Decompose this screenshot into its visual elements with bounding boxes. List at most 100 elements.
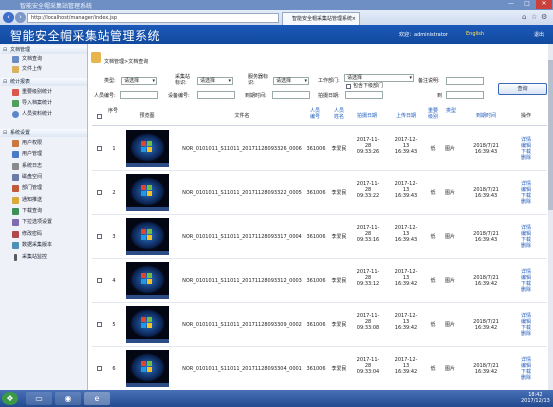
app-header: 智能安全帽采集站管理系统 欢迎：administrator English 退出 [0,25,553,44]
sidebar-item-doc-query[interactable]: 文档查询 [10,55,86,64]
row-checkbox[interactable] [97,146,102,151]
preview-thumbnail[interactable] [126,306,169,343]
sidebar-item-notify[interactable]: 通知推送 [10,196,86,205]
start-icon[interactable]: ❖ [2,392,18,405]
delete-link[interactable]: 删除 [519,155,533,161]
note-input[interactable] [446,77,484,85]
collect-select[interactable]: 请选择 ▾ [197,77,233,85]
back-icon[interactable]: ‹ [3,12,14,23]
preview-thumbnail[interactable] [126,350,169,387]
arrive-input[interactable] [272,91,310,99]
sidebar-item-person-stats[interactable]: 人员资料统计 [10,110,86,119]
sidebar-section-reports[interactable]: ⊟ 统计报表 [1,78,87,86]
sidebar-item-user-mgmt[interactable]: 用户管理 [10,150,86,159]
sidebar-item-level-stats[interactable]: 重要级别统计 [10,88,86,97]
delete-link[interactable]: 删除 [519,243,533,249]
sidebar-item-dept[interactable]: 部门管理 [10,184,86,193]
language-link[interactable]: English [466,31,484,37]
star-icon[interactable]: ☆ [531,13,537,21]
col-type[interactable]: 类型 [446,108,456,114]
device-input[interactable] [197,91,235,99]
importance-level: 低 [430,322,436,328]
close-icon[interactable]: ✕ [536,0,552,9]
collect-label: 采集站标识: [175,74,191,86]
collapse-icon[interactable]: ⊟ [3,46,7,54]
person-name: 李爱民 [331,278,347,284]
delete-link[interactable]: 删除 [519,199,533,205]
col-person-name[interactable]: 人员姓名 [333,108,345,120]
row-actions: 详情 编辑 下载 删除 [519,181,533,205]
sidebar-item-file-upload[interactable]: 文件上传 [10,65,86,74]
gear-icon[interactable]: ⚙ [541,13,547,21]
row-actions: 详情 编辑 下载 删除 [519,137,533,161]
server-select[interactable]: 请选择 ▾ [273,77,309,85]
col-preview: 预览图 [139,113,155,119]
row-checkbox[interactable] [97,366,102,371]
sidebar-item-download-query[interactable]: 下载查询 [10,207,86,216]
col-person-id[interactable]: 人员编号 [309,108,321,120]
version-icon [12,242,19,249]
sidebar-item-sys-log[interactable]: 系统日志 [10,162,86,171]
row-checkbox[interactable] [97,234,102,239]
logout-link[interactable]: 退出 [534,31,544,38]
minimize-icon[interactable]: — [503,0,519,9]
sidebar-item-disk[interactable]: 磁盘空间 [10,173,86,182]
browser-tab[interactable]: 智能安全帽采集站管理系统 × [282,12,360,25]
row-checkbox[interactable] [97,190,102,195]
col-level[interactable]: 重要级别 [428,108,438,120]
collapse-icon[interactable]: ⊟ [3,78,7,86]
select-all-checkbox[interactable] [97,114,102,119]
sidebar-item-monitor[interactable]: 采集站监控 [10,253,86,262]
col-shot-date[interactable]: 拍摄日期 [354,113,380,119]
table-row: 5 NOR_0101011_S11011_20171128093309_0002 3… [92,303,547,347]
importance-level: 低 [430,190,436,196]
row-actions: 详情 编辑 下载 删除 [519,313,533,337]
row-checkbox[interactable] [97,322,102,327]
col-no: 序号 [108,108,119,114]
ie-icon[interactable]: e [84,392,110,405]
windows-logo-icon [141,185,153,196]
scrollbar-thumb[interactable] [548,60,553,210]
sidebar-item-import-stats[interactable]: 导入档案统计 [10,99,86,108]
type-select[interactable]: 请选择 ▾ [121,77,157,85]
delete-link[interactable]: 删除 [519,331,533,337]
person-input[interactable] [120,91,158,99]
delete-link[interactable]: 删除 [519,287,533,293]
sidebar-item-version[interactable]: 数据采集版本 [10,241,86,250]
key-icon [12,140,19,147]
tab-close-icon[interactable]: × [352,13,356,25]
shot-date: 2017-11- 28 09:33:12 [356,269,380,287]
upload-date: 2017-12- 13 16:39:42 [394,269,418,287]
shoot-end-input[interactable] [446,91,484,99]
sidebar-item-dropdown-settings[interactable]: 下拉选项设置 [10,218,86,227]
subdept-checkbox[interactable] [346,84,351,89]
sidebar-item-user-perms[interactable]: 用户权限 [10,139,86,148]
col-expire[interactable]: 到期时间 [472,113,500,119]
home-icon[interactable]: ⌂ [522,13,526,21]
row-checkbox[interactable] [97,278,102,283]
collapse-icon[interactable]: ⊟ [3,129,7,137]
preview-thumbnail[interactable] [126,130,169,167]
forward-icon[interactable]: › [15,12,26,23]
sidebar-section-settings[interactable]: ⊟ 系统设置 [1,129,87,137]
explorer-icon[interactable]: ▭ [26,392,52,405]
sidebar-item-password[interactable]: 修改密码 [10,230,86,239]
preview-thumbnail[interactable] [126,218,169,255]
col-upload-date[interactable]: 上传日期 [393,113,419,119]
folder-icon [91,52,101,63]
windows-logo-icon [141,273,153,284]
dept-select[interactable]: 请选择 ▾ [344,74,414,82]
app-icon[interactable]: ◉ [55,392,81,405]
shoot-start-input[interactable] [345,91,383,99]
maximize-icon[interactable]: □ [519,0,535,9]
importance-level: 低 [430,234,436,240]
preview-thumbnail[interactable] [126,262,169,299]
chevron-down-icon: ▾ [304,78,307,84]
sidebar-section-docs[interactable]: ⊟ 文档管理 [1,46,87,54]
window-title: 智能安全帽采集站管理系统 [20,3,93,10]
url-field[interactable]: http://localhost/manager/index.jsp [27,13,279,23]
preview-thumbnail[interactable] [126,174,169,211]
note-label: 备注说明: [418,78,440,84]
delete-link[interactable]: 删除 [519,375,533,381]
query-button[interactable]: 查询 [498,83,547,95]
